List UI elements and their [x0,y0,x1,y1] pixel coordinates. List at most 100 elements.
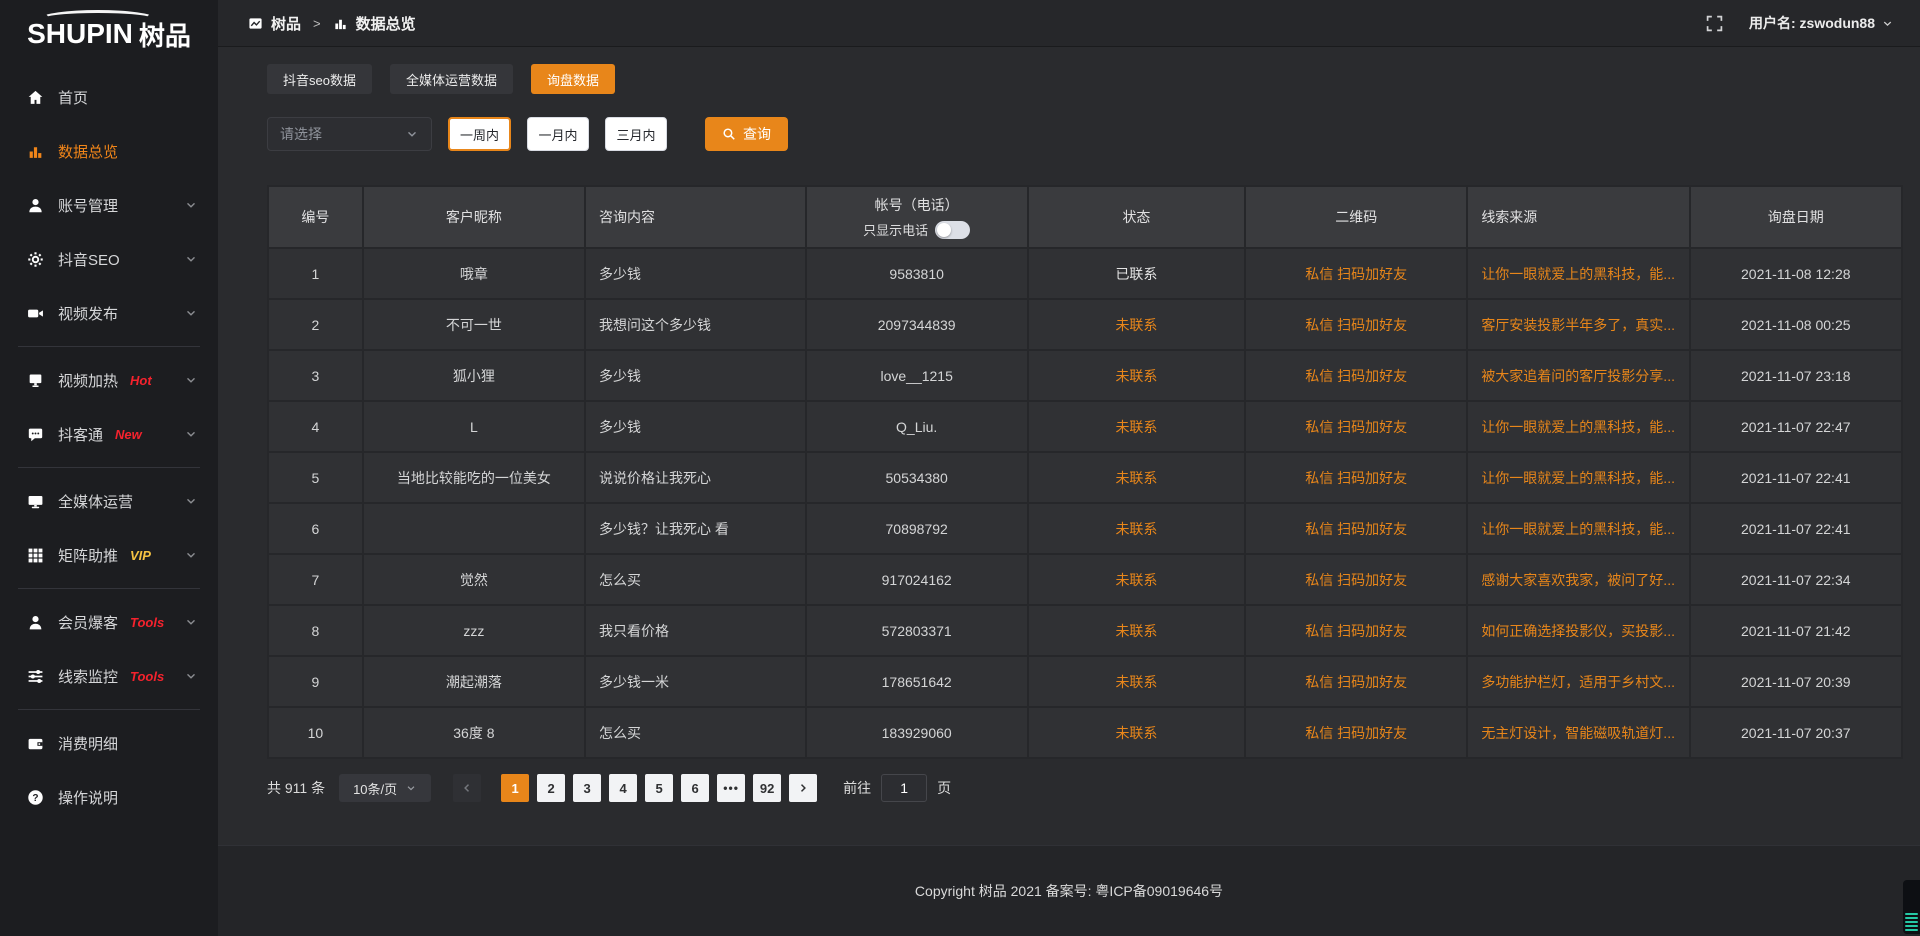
cell-account: 183929060 [806,707,1028,758]
qrcode-link[interactable]: 私信 扫码加好友 [1245,401,1467,452]
source-link[interactable]: 如何正确选择投影仪，买投影... [1467,605,1689,656]
pagination-ellipsis[interactable]: ••• [717,774,745,802]
source-link[interactable]: 感谢大家喜欢我家，被问了好... [1467,554,1689,605]
sidebar-item-media-operation[interactable]: 全媒体运营 [0,474,218,528]
sidebar-item-douketong[interactable]: 抖客通New [0,407,218,461]
page-button-6[interactable]: 6 [681,774,709,802]
sidebar-item-label: 首页 [58,87,88,108]
qrcode-link[interactable]: 私信 扫码加好友 [1245,350,1467,401]
cell-account: 2097344839 [806,299,1028,350]
svg-text:?: ? [32,793,38,804]
member-icon [27,614,44,631]
page-button-92[interactable]: 92 [753,774,781,802]
sidebar-item-member-baoke[interactable]: 会员爆客Tools [0,595,218,649]
phone-only-toggle[interactable] [935,221,970,239]
page-button-3[interactable]: 3 [573,774,601,802]
sidebar-item-clue-monitor[interactable]: 线索监控Tools [0,649,218,703]
cell-nickname: 觉然 [363,554,585,605]
sidebar-item-label: 抖音SEO [58,249,120,270]
cell-id: 1 [268,248,363,299]
source-link[interactable]: 让你一眼就爱上的黑科技，能... [1467,452,1689,503]
column-header-nickname: 客户昵称 [363,186,585,248]
chevron-down-icon [184,198,198,212]
column-header-label: 帐号（电话） [875,195,959,215]
prev-page-button[interactable] [453,774,481,802]
sidebar-divider [18,709,200,710]
next-page-button[interactable] [789,774,817,802]
status-badge: 未联系 [1028,707,1245,758]
sidebar-item-operation-guide[interactable]: ? 操作说明 [0,770,218,824]
qrcode-link[interactable]: 私信 扫码加好友 [1245,605,1467,656]
tab-douyin-seo-data[interactable]: 抖音seo数据 [267,64,372,94]
sidebar-item-data-overview[interactable]: 数据总览 [0,124,218,178]
cell-date: 2021-11-07 23:18 [1690,350,1902,401]
chevron-down-icon [184,306,198,320]
source-link[interactable]: 无主灯设计，智能磁吸轨道灯... [1467,707,1689,758]
tab-media-operation-data[interactable]: 全媒体运营数据 [390,64,513,94]
qrcode-link[interactable]: 私信 扫码加好友 [1245,503,1467,554]
source-link[interactable]: 客厅安装投影半年多了，真实... [1467,299,1689,350]
status-badge: 未联系 [1028,401,1245,452]
cell-date: 2021-11-07 22:34 [1690,554,1902,605]
qrcode-link[interactable]: 私信 扫码加好友 [1245,554,1467,605]
qrcode-link[interactable]: 私信 扫码加好友 [1245,452,1467,503]
cell-nickname: 当地比较能吃的一位美女 [363,452,585,503]
page-button-2[interactable]: 2 [537,774,565,802]
sidebar-item-home[interactable]: 首页 [0,70,218,124]
sidebar-item-matrix-boost[interactable]: 矩阵助推VIP [0,528,218,582]
sidebar-divider [18,346,200,347]
range-button-1[interactable]: 一月内 [527,117,589,151]
data-tabs: 抖音seo数据全媒体运营数据询盘数据 [267,64,1903,94]
sidebar-item-label: 线索监控 [58,666,118,687]
search-button-label: 查询 [743,124,771,144]
sidebar-item-label: 消费明细 [58,733,118,754]
page-button-4[interactable]: 4 [609,774,637,802]
sidebar-item-video-heat[interactable]: 视频加热Hot [0,353,218,407]
source-link[interactable]: 被大家追着问的客厅投影分享... [1467,350,1689,401]
user-menu[interactable]: 用户名: zswodun88 [1749,13,1894,33]
chevron-down-icon [184,615,198,629]
cell-id: 9 [268,656,363,707]
cell-content: 我想问这个多少钱 [585,299,806,350]
widget-line [1905,913,1918,915]
range-button-0[interactable]: 一周内 [448,117,511,151]
source-link[interactable]: 让你一眼就爱上的黑科技，能... [1467,401,1689,452]
qrcode-link[interactable]: 私信 扫码加好友 [1245,707,1467,758]
gear-icon [27,251,44,268]
goto-page-input[interactable] [881,774,927,802]
source-link[interactable]: 多功能护栏灯，适用于乡村文... [1467,656,1689,707]
sidebar-item-video-publish[interactable]: 视频发布 [0,286,218,340]
cell-id: 5 [268,452,363,503]
page-button-1[interactable]: 1 [501,774,529,802]
qrcode-link[interactable]: 私信 扫码加好友 [1245,299,1467,350]
cell-date: 2021-11-07 21:42 [1690,605,1902,656]
qrcode-link[interactable]: 私信 扫码加好友 [1245,656,1467,707]
sidebar-item-account-manage[interactable]: 账号管理 [0,178,218,232]
brand-logo[interactable]: SHUPIN 树品 [0,8,218,60]
table-row: 6多少钱？让我死心 看70898792未联系私信 扫码加好友让你一眼就爱上的黑科… [268,503,1902,554]
qrcode-link[interactable]: 私信 扫码加好友 [1245,248,1467,299]
source-link[interactable]: 让你一眼就爱上的黑科技，能... [1467,248,1689,299]
sidebar-nav: 首页数据总览账号管理抖音SEO 视频发布视频加热Hot抖客通New 全媒体运营矩阵助… [0,70,218,824]
floating-widget[interactable] [1903,880,1920,934]
topbar-right: 用户名: zswodun88 [1706,13,1894,33]
sidebar-item-label: 操作说明 [58,787,118,808]
cell-date: 2021-11-07 20:37 [1690,707,1902,758]
tab-inquiry-data[interactable]: 询盘数据 [531,64,615,94]
filter-select[interactable]: 请选择 [267,117,432,151]
sidebar-item-consume-detail[interactable]: 消费明细 [0,716,218,770]
cell-date: 2021-11-08 12:28 [1690,248,1902,299]
pagination: 共 911 条10条/页123456•••92前往页 [267,774,1903,802]
search-button[interactable]: 查询 [705,117,788,151]
sidebar-item-douyin-seo[interactable]: 抖音SEO [0,232,218,286]
fullscreen-icon[interactable] [1706,15,1723,32]
sidebar: SHUPIN 树品 首页数据总览账号管理抖音SEO 视频发布视频加热Hot抖客通N… [0,0,218,936]
cell-account: 178651642 [806,656,1028,707]
column-header-source: 线索来源 [1467,186,1689,248]
range-button-2[interactable]: 三月内 [605,117,667,151]
page-size-select[interactable]: 10条/页 [339,774,431,802]
page-button-5[interactable]: 5 [645,774,673,802]
breadcrumb-root[interactable]: 树品 [271,13,301,34]
chevron-down-icon [184,669,198,683]
source-link[interactable]: 让你一眼就爱上的黑科技，能... [1467,503,1689,554]
